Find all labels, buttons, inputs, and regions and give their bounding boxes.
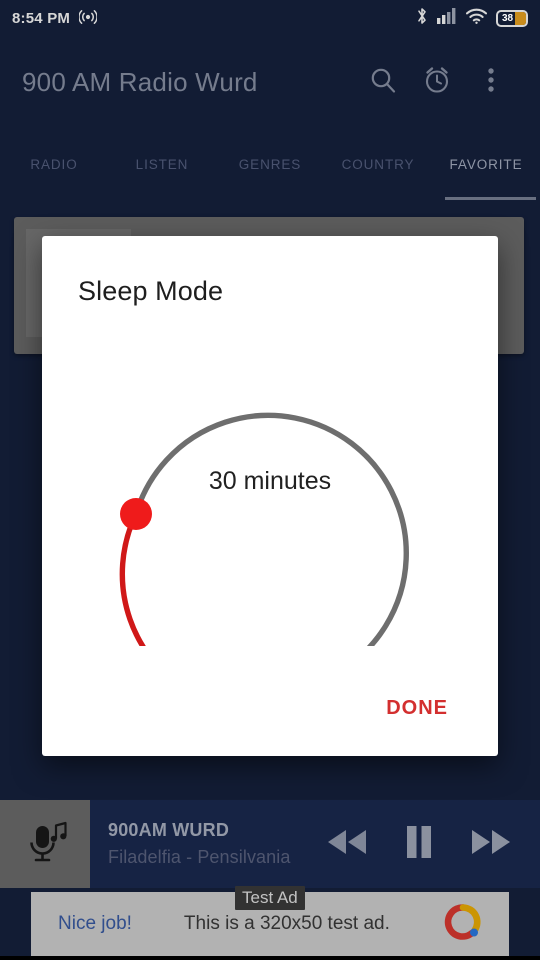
done-button[interactable]: DONE [380,689,454,728]
status-bar: 8:54 PM 38 [0,0,540,36]
battery-fill [515,11,526,25]
circular-slider[interactable] [42,316,498,701]
tab-listen[interactable]: LISTEN [108,128,216,200]
status-bar-right: 38 [416,7,528,30]
battery-level: 38 [502,12,514,24]
pause-icon [405,825,433,864]
navigation-bar [0,956,540,960]
player-controls [324,821,540,867]
admob-logo-icon [443,902,483,947]
rewind-button[interactable] [324,821,370,867]
forward-button[interactable] [468,821,514,867]
status-bar-clock: 8:54 PM [12,9,71,27]
tab-genres[interactable]: GENRES [216,128,324,200]
alarm-clock-icon [421,64,453,101]
tab-favorite[interactable]: FAVORITE [432,128,540,200]
overflow-menu-button[interactable] [464,55,518,109]
broadcast-icon [78,8,98,29]
ad-body-text: This is a 320x50 test ad. [183,913,390,934]
tab-country[interactable]: COUNTRY [324,128,432,200]
slider-thumb[interactable] [120,498,152,530]
fast-forward-icon [469,827,513,862]
sleep-mode-dialog: Sleep Mode 30 minutes DONE [42,236,498,756]
pause-button[interactable] [396,821,442,867]
rewind-icon [325,827,369,862]
wifi-icon [465,8,488,29]
player-metadata: 900AM WURD Filadelfia - Pensilvania [108,820,324,868]
player-artwork [0,800,90,888]
battery-icon: 38 [496,9,528,27]
player-bar[interactable]: 900AM WURD Filadelfia - Pensilvania [0,800,540,888]
app-bar: 900 AM Radio Wurd [0,36,540,128]
bluetooth-icon [416,7,428,30]
more-vertical-icon [487,65,495,100]
phone-screen: 8:54 PM 38 900 AM Radio Wurd RADIO LISTE… [0,0,540,960]
sleep-timer-button[interactable] [410,55,464,109]
player-station-name: 900AM WURD [108,820,230,840]
search-button[interactable] [356,55,410,109]
sleep-timer-dial[interactable]: 30 minutes [42,316,498,701]
player-station-location: Filadelfia - Pensilvania [108,847,291,867]
ad-cta-text[interactable]: Nice job! [58,913,132,935]
tab-radio[interactable]: RADIO [0,128,108,200]
ad-test-badge: Test Ad [235,886,305,910]
cellular-signal-icon [437,7,457,29]
tab-bar: RADIO LISTEN GENRES COUNTRY FAVORITE [0,128,540,200]
page-title: 900 AM Radio Wurd [22,66,258,97]
dialog-title: Sleep Mode [78,276,224,306]
search-icon [368,65,398,100]
microphone-music-icon [18,815,72,874]
status-bar-left: 8:54 PM [12,8,98,29]
